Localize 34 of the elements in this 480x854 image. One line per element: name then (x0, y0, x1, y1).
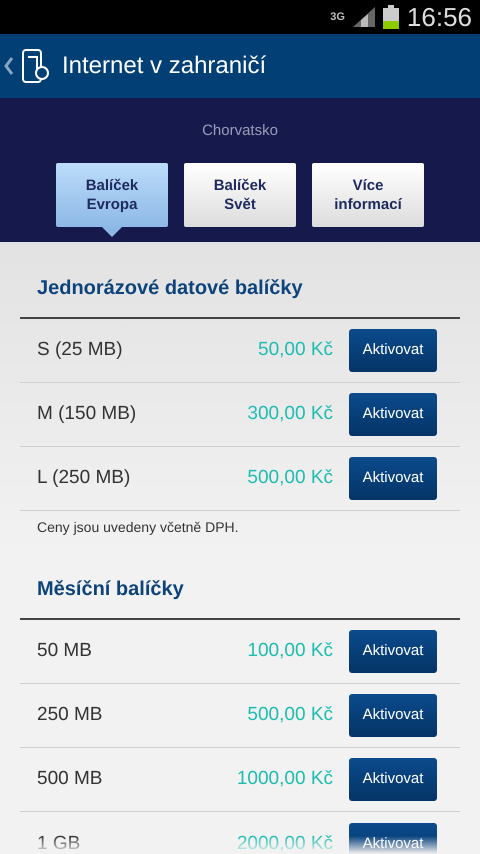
screen-title: Internet v zahraničí (62, 51, 266, 81)
clock: 16:56 (406, 4, 472, 30)
activate-button[interactable]: Aktivovat (349, 329, 437, 372)
activate-button[interactable]: Aktivovat (349, 758, 437, 801)
package-price: 1000,00 Kč (236, 767, 333, 792)
price-note: Ceny jsou uvedeny včetně DPH. (36, 518, 240, 537)
section-title: Měsíční balíčky (20, 543, 460, 620)
package-name: 1 GB (37, 832, 82, 854)
package-name: L (250 MB) (37, 466, 132, 490)
package-price: 100,00 Kč (247, 639, 333, 664)
activate-button[interactable]: Aktivovat (349, 630, 437, 673)
package-price: 300,00 Kč (247, 402, 333, 426)
section-title: Jednorázové datové balíčky (20, 242, 460, 319)
back-icon[interactable] (4, 57, 14, 75)
network-type: 3G (330, 12, 345, 22)
activate-button[interactable]: Aktivovat (349, 694, 437, 737)
package-price: 2000,00 Kč (236, 832, 333, 854)
activate-button[interactable]: Aktivovat (349, 393, 437, 436)
package-price: 50,00 Kč (258, 338, 333, 362)
package-price: 500,00 Kč (247, 703, 333, 728)
battery-icon (382, 5, 399, 29)
tab[interactable]: Balíček Svět (184, 162, 296, 226)
package-name: 50 MB (37, 639, 93, 664)
country-label: Chorvatsko (202, 121, 278, 141)
tab[interactable]: Balíček Evropa (56, 162, 168, 226)
phone-globe-icon (22, 49, 50, 83)
signal-icon (352, 7, 375, 27)
package-name: 500 MB (37, 767, 104, 792)
package-price: 500,00 Kč (247, 466, 333, 490)
package-name: S (25 MB) (37, 338, 124, 362)
activate-button[interactable]: Aktivovat (349, 457, 437, 500)
package-name: M (150 MB) (37, 402, 138, 426)
package-name: 250 MB (37, 703, 104, 728)
tab[interactable]: Více informací (312, 162, 424, 226)
